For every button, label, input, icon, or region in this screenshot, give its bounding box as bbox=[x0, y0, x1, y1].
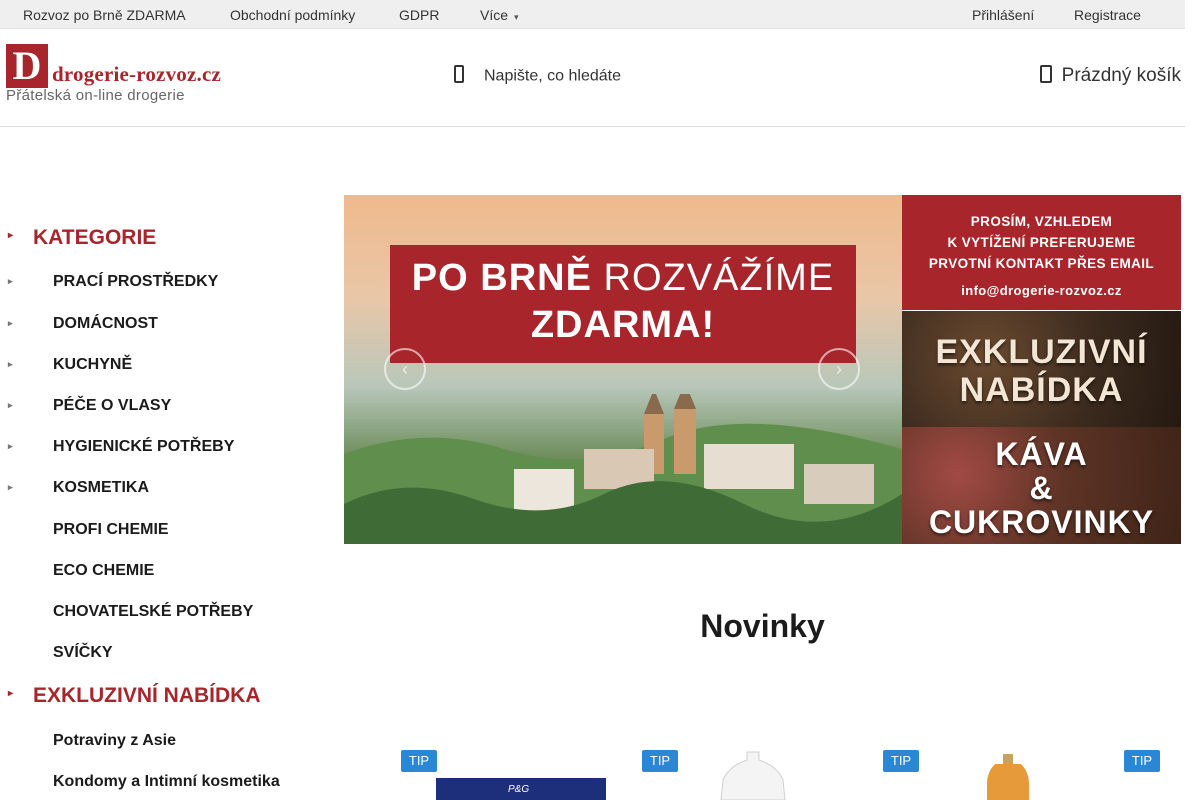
exclusive-heading[interactable]: ▸ EXKLUZIVNÍ NABÍDKA bbox=[8, 684, 261, 708]
sidebar-item-label: PRACÍ PROSTŘEDKY bbox=[53, 273, 219, 290]
search-input[interactable]: Napište, co hledáte bbox=[484, 68, 621, 85]
product-card[interactable]: TIP bbox=[1124, 750, 1184, 800]
promo-contact[interactable]: PROSÍM, VZHLEDEM K VYTÍŽENÍ PREFERUJEME … bbox=[902, 195, 1181, 310]
sidebar-item-label: DOMÁCNOST bbox=[53, 315, 158, 332]
topbar-more-menu[interactable]: Více ▾ bbox=[480, 7, 519, 23]
sidebar-item-label: PROFI CHEMIE bbox=[53, 521, 169, 538]
chevron-right-icon: ▸ bbox=[8, 318, 13, 328]
sidebar-item-kuchyne[interactable]: ▸ KUCHYNĚ bbox=[8, 356, 132, 374]
sidebar-item-vlasy[interactable]: ▸ PÉČE O VLASY bbox=[8, 397, 171, 415]
cart-label: Prázdný košík bbox=[1061, 65, 1181, 86]
chevron-right-icon: ▸ bbox=[8, 359, 13, 369]
chevron-down-icon: ▾ bbox=[514, 12, 519, 22]
promo-coffee-line: CUKROVINKY bbox=[928, 504, 1155, 540]
product-card[interactable]: TIP bbox=[642, 750, 867, 800]
tip-badge: TIP bbox=[642, 750, 678, 772]
promo-contact-line: K VYTÍŽENÍ PREFERUJEME bbox=[947, 235, 1136, 250]
sidebar-item-hygiena[interactable]: ▸ HYGIENICKÉ POTŘEBY bbox=[8, 438, 234, 456]
sidebar-item-label: HYGIENICKÉ POTŘEBY bbox=[53, 438, 235, 455]
topbar-link-gdpr[interactable]: GDPR bbox=[399, 7, 439, 23]
login-link[interactable]: Přihlášení bbox=[972, 7, 1034, 23]
promo-exclusive[interactable]: EXKLUZIVNÍ NABÍDKA bbox=[902, 311, 1181, 427]
search-box[interactable]: Napište, co hledáte bbox=[452, 65, 621, 89]
novinky-heading: Novinky bbox=[700, 608, 825, 644]
sidebar-item-label: ECO CHEMIE bbox=[53, 562, 155, 579]
chevron-right-icon: ▸ bbox=[8, 441, 13, 451]
sidebar-item-profi[interactable]: PROFI CHEMIE bbox=[8, 521, 169, 539]
product-image bbox=[987, 754, 1029, 800]
sidebar-item-svicky[interactable]: SVÍČKY bbox=[8, 644, 113, 662]
tip-badge: TIP bbox=[401, 750, 437, 772]
sidebar-item-label: SVÍČKY bbox=[53, 644, 113, 661]
site-logo[interactable]: D drogerie-rozvoz.cz Přátelská on-line d… bbox=[6, 44, 236, 106]
sidebar-item-kosmetika[interactable]: ▸ KOSMETIKA bbox=[8, 479, 149, 497]
top-bar: Rozvoz po Brně ZDARMA Obchodní podmínky … bbox=[0, 0, 1185, 29]
logo-name: drogerie-rozvoz.cz bbox=[52, 62, 221, 86]
tip-badge: TIP bbox=[883, 750, 919, 772]
topbar-link-podminky[interactable]: Obchodní podmínky bbox=[230, 7, 355, 23]
sidebar-item-domacnost[interactable]: ▸ DOMÁCNOST bbox=[8, 315, 158, 333]
categories-title: KATEGORIE bbox=[33, 226, 157, 249]
chevron-right-icon: ▸ bbox=[8, 400, 13, 410]
promo-exclusive-line: NABÍDKA bbox=[959, 371, 1124, 409]
promo-contact-line: PRVOTNÍ KONTAKT PŘES EMAIL bbox=[928, 256, 1155, 271]
sidebar-item-praci[interactable]: ▸ PRACÍ PROSTŘEDKY bbox=[8, 273, 218, 291]
slider-prev-button[interactable]: ‹ bbox=[384, 348, 426, 390]
product-image: P&G bbox=[436, 778, 606, 800]
sidebar-item-label: KOSMETIKA bbox=[53, 479, 149, 496]
promo-coffee-line: KÁVA bbox=[995, 436, 1088, 472]
product-image bbox=[720, 751, 786, 800]
sidebar-item-label: CHOVATELSKÉ POTŘEBY bbox=[53, 603, 254, 620]
chevron-right-icon: ▸ bbox=[8, 276, 13, 286]
banner-line2: ZDARMA! bbox=[530, 304, 716, 346]
promo-coffee[interactable]: KÁVA & CUKROVINKY bbox=[902, 427, 1181, 544]
banner-line1-bold: PO BRNĚ bbox=[411, 257, 592, 299]
banner-line1-light: ROZVÁŽÍME bbox=[603, 257, 835, 299]
site-header: D drogerie-rozvoz.cz Přátelská on-line d… bbox=[0, 29, 1185, 127]
topbar-more-label: Více bbox=[480, 7, 509, 23]
sidebar-item-label: KUCHYNĚ bbox=[53, 356, 133, 373]
product-card[interactable]: TIP P&G bbox=[401, 750, 626, 800]
promo-contact-email: info@drogerie-rozvoz.cz bbox=[961, 283, 1122, 298]
promo-contact-line: PROSÍM, VZHLEDEM bbox=[970, 214, 1113, 229]
topbar-link-rozvoz[interactable]: Rozvoz po Brně ZDARMA bbox=[23, 7, 186, 23]
sidebar-item-label: Kondomy a Intimní kosmetika bbox=[53, 773, 280, 790]
promo-coffee-line: & bbox=[1029, 470, 1054, 506]
sidebar-item-eco[interactable]: ECO CHEMIE bbox=[8, 562, 154, 580]
city-illustration bbox=[344, 394, 902, 544]
sidebar-item-kondomy[interactable]: Kondomy a Intimní kosmetika bbox=[8, 773, 280, 791]
cart-button[interactable]: Prázdný košík bbox=[1039, 65, 1181, 89]
chevron-icon: ▸ bbox=[8, 688, 14, 699]
cart-icon bbox=[1039, 65, 1056, 89]
hero-banner[interactable]: PO BRNĚ ROZVÁŽÍME ZDARMA! ‹ › bbox=[344, 195, 902, 544]
chevron-right-icon: ▸ bbox=[8, 482, 13, 492]
categories-heading[interactable]: ▸ KATEGORIE bbox=[8, 226, 156, 250]
logo-letter: D bbox=[6, 44, 48, 88]
exclusive-title: EXKLUZIVNÍ NABÍDKA bbox=[33, 684, 261, 707]
sidebar-item-label: PÉČE O VLASY bbox=[53, 397, 172, 414]
logo-tagline: Přátelská on-line drogerie bbox=[6, 87, 185, 104]
chevron-icon: ▸ bbox=[8, 230, 14, 241]
product-card[interactable]: TIP bbox=[883, 750, 1108, 800]
banner-headline-box: PO BRNĚ ROZVÁŽÍME ZDARMA! bbox=[390, 245, 856, 363]
register-link[interactable]: Registrace bbox=[1074, 7, 1141, 23]
product-brand: P&G bbox=[508, 784, 530, 795]
promo-exclusive-line: EXKLUZIVNÍ bbox=[935, 333, 1148, 371]
sidebar-item-label: Potraviny z Asie bbox=[53, 732, 177, 749]
sidebar-item-chovatelske[interactable]: CHOVATELSKÉ POTŘEBY bbox=[8, 603, 253, 621]
tip-badge: TIP bbox=[1124, 750, 1160, 772]
sidebar-item-asie[interactable]: Potraviny z Asie bbox=[8, 732, 176, 750]
search-icon bbox=[452, 65, 470, 88]
slider-next-button[interactable]: › bbox=[818, 348, 860, 390]
